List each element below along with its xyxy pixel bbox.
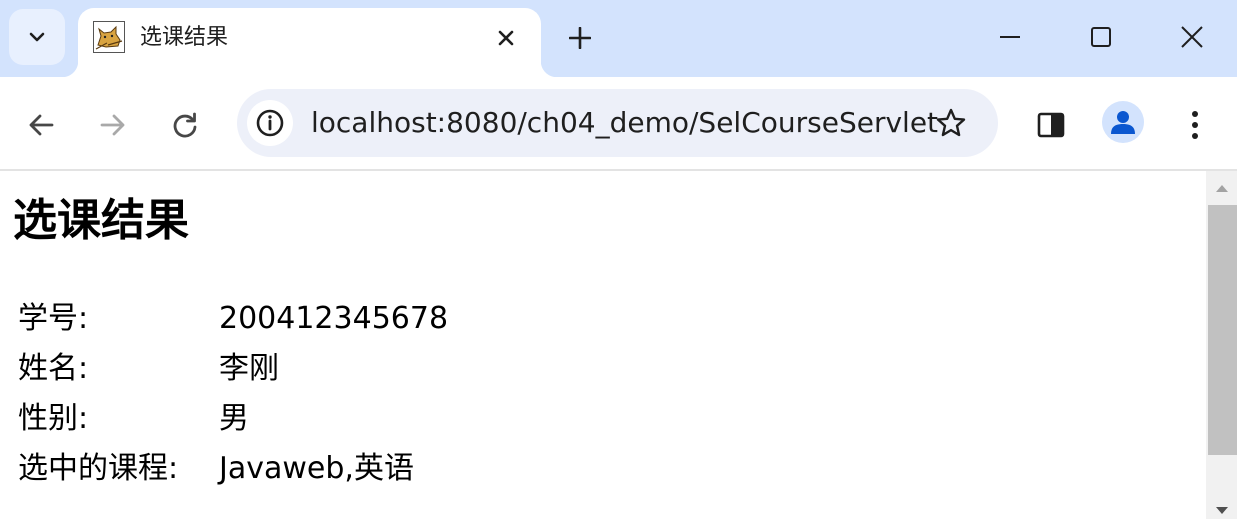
arrow-left-icon bbox=[29, 114, 54, 136]
close-window-button[interactable] bbox=[1169, 14, 1215, 60]
table-row: 选中的课程: Javaweb,英语 bbox=[18, 444, 448, 494]
info-icon bbox=[256, 109, 284, 137]
url-text: localhost:8080/ch04_demo/SelCourseServle… bbox=[311, 106, 939, 139]
minimize-icon bbox=[1000, 36, 1020, 38]
minimize-button[interactable] bbox=[987, 14, 1033, 60]
result-table: 学号: 200412345678 姓名: 李刚 性别: 男 选中的课程: Jav… bbox=[18, 294, 448, 494]
triangle-down-icon bbox=[1215, 507, 1228, 514]
scrollbar-thumb[interactable] bbox=[1208, 205, 1237, 455]
page-viewport: 选课结果 学号: 200412345678 姓名: 李刚 性别: 男 选中的课程… bbox=[0, 171, 1206, 519]
courses-label: 选中的课程: bbox=[18, 451, 179, 486]
table-row: 姓名: 李刚 bbox=[18, 344, 448, 394]
reload-icon bbox=[173, 112, 197, 138]
close-icon bbox=[1181, 26, 1203, 48]
courses-value: Javaweb,英语 bbox=[219, 451, 414, 486]
vertical-scrollbar[interactable] bbox=[1206, 171, 1237, 519]
close-icon bbox=[498, 30, 514, 46]
back-button[interactable] bbox=[19, 103, 63, 147]
side-panel-icon bbox=[1037, 112, 1065, 138]
scroll-up-button[interactable] bbox=[1206, 179, 1237, 197]
tab-search-button[interactable] bbox=[9, 9, 65, 65]
gender-label: 性别: bbox=[18, 401, 89, 436]
address-bar[interactable]: localhost:8080/ch04_demo/SelCourseServle… bbox=[237, 89, 998, 157]
browser-window: 选课结果 localhost:8080/ch04_demo/SelCourseS… bbox=[0, 0, 1237, 519]
tab-title: 选课结果 bbox=[140, 25, 229, 50]
bookmark-button[interactable] bbox=[929, 101, 973, 145]
profile-button[interactable] bbox=[1102, 101, 1144, 143]
site-info-button[interactable] bbox=[247, 100, 293, 146]
maximize-button[interactable] bbox=[1078, 14, 1124, 60]
maximize-icon bbox=[1091, 27, 1111, 47]
student-id-label: 学号: bbox=[18, 301, 89, 336]
tab-strip: 选课结果 bbox=[0, 0, 1237, 77]
plus-icon bbox=[569, 27, 591, 49]
tab-active[interactable]: 选课结果 bbox=[62, 8, 557, 77]
arrow-right-icon bbox=[100, 114, 125, 136]
table-row: 学号: 200412345678 bbox=[18, 294, 448, 344]
kebab-menu-icon bbox=[1192, 111, 1198, 139]
name-value: 李刚 bbox=[219, 351, 279, 386]
browser-toolbar: localhost:8080/ch04_demo/SelCourseServle… bbox=[0, 77, 1237, 171]
gender-value: 男 bbox=[219, 401, 249, 436]
tomcat-cat-icon bbox=[93, 21, 125, 53]
new-tab-button[interactable] bbox=[562, 20, 598, 56]
name-label: 姓名: bbox=[18, 351, 89, 386]
star-icon bbox=[936, 108, 966, 137]
triangle-up-icon bbox=[1215, 185, 1228, 192]
chevron-down-icon bbox=[29, 32, 45, 42]
tab-close-button[interactable] bbox=[490, 22, 522, 54]
person-icon bbox=[1111, 111, 1135, 134]
side-panel-button[interactable] bbox=[1029, 103, 1073, 147]
student-id-value: 200412345678 bbox=[219, 301, 449, 336]
forward-button[interactable] bbox=[91, 103, 135, 147]
table-row: 性别: 男 bbox=[18, 394, 448, 444]
scroll-down-button[interactable] bbox=[1206, 503, 1237, 519]
reload-button[interactable] bbox=[163, 103, 207, 147]
menu-button[interactable] bbox=[1173, 103, 1217, 147]
page-title: 选课结果 bbox=[13, 195, 189, 246]
